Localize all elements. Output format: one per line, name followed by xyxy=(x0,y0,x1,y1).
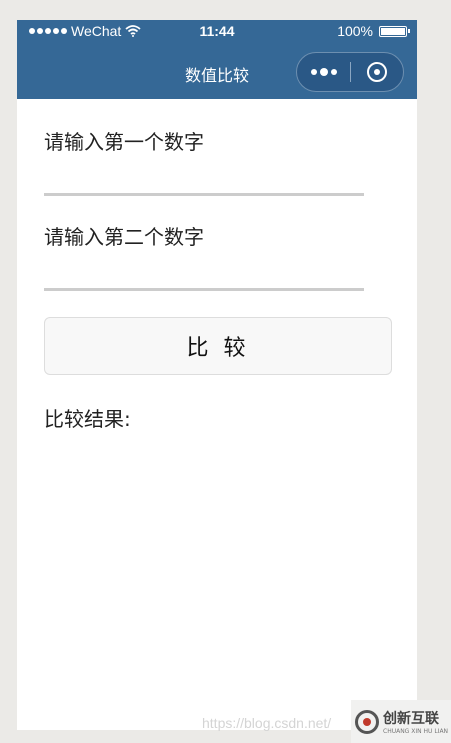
brand-logo-icon xyxy=(355,709,379,734)
compare-result-label: 比较结果: xyxy=(44,407,131,431)
brand-name-en: CHUANG XIN HU LIAN xyxy=(383,728,449,735)
brand-name-cn: 创新互联 xyxy=(383,711,439,727)
battery-percent: 100% xyxy=(337,23,373,39)
second-number-label: 请输入第二个数字 xyxy=(44,225,204,249)
status-bar: WeChat 11:44 100% xyxy=(17,20,417,44)
first-number-label: 请输入第一个数字 xyxy=(44,130,204,154)
brand-logo: 创新互联 CHUANG XIN HU LIAN xyxy=(351,700,451,743)
nav-bar: 数值比较 xyxy=(17,44,417,99)
second-number-input[interactable] xyxy=(44,250,364,291)
status-right: 100% xyxy=(337,23,410,39)
watermark-text: https://blog.csdn.net/ xyxy=(202,715,332,731)
more-options-icon[interactable] xyxy=(297,67,350,76)
brand-text: 创新互联 CHUANG XIN HU LIAN xyxy=(383,708,448,735)
target-circle-icon xyxy=(367,62,387,82)
compare-button[interactable]: 比 较 xyxy=(44,317,392,375)
battery-icon xyxy=(379,25,410,37)
main-content: 请输入第一个数字 请输入第二个数字 比 较 比较结果: xyxy=(17,126,417,432)
phone-frame: WeChat 11:44 100% 数值比较 请输入第一个数字 请输入第二个数字… xyxy=(17,20,417,730)
screenshot-stage: WeChat 11:44 100% 数值比较 请输入第一个数字 请输入第二个数字… xyxy=(0,0,451,743)
close-mini-program-button[interactable] xyxy=(351,62,403,82)
first-number-input[interactable] xyxy=(44,155,364,196)
mini-program-capsule xyxy=(296,52,404,92)
